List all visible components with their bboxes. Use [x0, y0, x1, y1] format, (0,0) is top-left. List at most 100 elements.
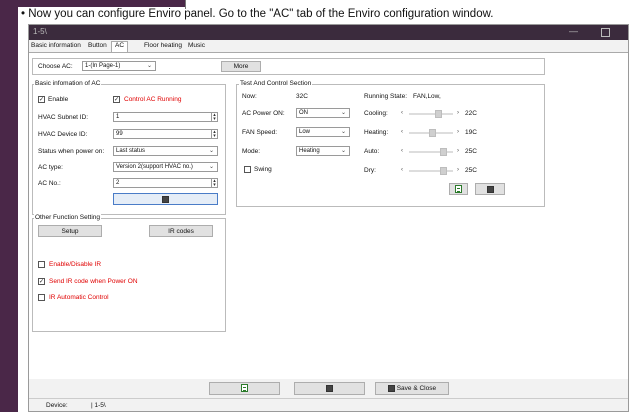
enable-checkbox[interactable]: ✓: [38, 96, 45, 103]
page: • Now you can configure Enviro panel. Go…: [0, 0, 631, 412]
device-id-field[interactable]: 99 ▴ ▾: [113, 129, 218, 139]
basic-info-title: Basic infomation of AC: [34, 80, 102, 87]
mode-value: Heating: [299, 148, 320, 154]
slider-thumb[interactable]: [429, 129, 437, 137]
read-button[interactable]: [449, 183, 468, 195]
save-icon: [162, 195, 169, 203]
slider-thumb[interactable]: [434, 110, 442, 118]
dry-label: Dry:: [364, 167, 376, 174]
test-control-title: Test And Control Section: [239, 80, 313, 87]
now-value: 32C: [296, 93, 308, 100]
heating-label: Heating:: [364, 129, 389, 136]
cooling-value: 22C: [465, 110, 477, 117]
slider-thumb[interactable]: [440, 167, 448, 175]
slider-right-icon[interactable]: ›: [457, 110, 459, 116]
slider-right-icon[interactable]: ›: [457, 148, 459, 154]
auto-slider[interactable]: ‹ ›: [401, 148, 461, 156]
heating-slider[interactable]: ‹ ›: [401, 129, 461, 137]
ac-no-spinner-icon[interactable]: ▴ ▾: [211, 179, 217, 188]
fan-speed-value: Low: [299, 129, 311, 135]
ac-type-label: AC type:: [38, 164, 63, 171]
ac-no-value: 2: [116, 180, 120, 186]
tab-basic-information[interactable]: Basic information: [31, 42, 81, 49]
slider-thumb[interactable]: [440, 148, 448, 156]
device-spinner-icon[interactable]: ▴ ▾: [211, 130, 217, 139]
swing-label: Swing: [254, 166, 272, 173]
slider-left-icon[interactable]: ‹: [401, 148, 403, 154]
tab-floor-heating[interactable]: Floor heating: [144, 42, 182, 49]
save-icon: [326, 384, 333, 392]
running-state-label: Running State:: [364, 93, 408, 100]
tab-ac[interactable]: AC: [111, 41, 129, 52]
choose-ac-label: Choose AC:: [38, 63, 73, 70]
ac-tab-content: Choose AC: 1-(In Page-1) ⌄ More Basic in…: [29, 52, 628, 379]
minimize-icon[interactable]: —: [569, 26, 578, 36]
slider-right-icon[interactable]: ›: [457, 167, 459, 173]
enable-ir-label: Enable/Disable IR: [49, 261, 102, 268]
subnet-id-value: 1: [116, 114, 120, 120]
top-decoration-bar: [18, 0, 186, 7]
ac-type-select[interactable]: Version 2(support HVAC no.) ⌄: [113, 162, 218, 172]
swing-checkbox[interactable]: [244, 166, 251, 173]
power-on-status-value: Last status: [116, 148, 146, 154]
choose-ac-select[interactable]: 1-(In Page-1) ⌄: [82, 61, 156, 71]
window-titlebar: 1-5\ —: [29, 25, 628, 40]
ac-power-value: ON: [299, 110, 308, 116]
more-button[interactable]: More: [221, 61, 261, 72]
cooling-label: Cooling:: [364, 110, 388, 117]
instruction-text: • Now you can configure Enviro panel. Go…: [21, 8, 494, 20]
power-on-status-select[interactable]: Last status ⌄: [113, 146, 218, 156]
fan-speed-select[interactable]: Low ⌄: [296, 127, 350, 137]
slider-left-icon[interactable]: ‹: [401, 110, 403, 116]
slider-right-icon[interactable]: ›: [457, 129, 459, 135]
send-ir-label: Send IR code when Power ON: [49, 278, 138, 285]
power-on-status-label: Status when power on:: [38, 148, 105, 155]
slider-left-icon[interactable]: ‹: [401, 129, 403, 135]
ac-power-label: AC Power ON:: [242, 110, 285, 117]
choose-ac-value: 1-(In Page-1): [85, 63, 121, 69]
mode-select[interactable]: Heating ⌄: [296, 146, 350, 156]
dry-slider[interactable]: ‹ ›: [401, 167, 461, 175]
save-control-button[interactable]: [475, 183, 505, 195]
cooling-slider[interactable]: ‹ ›: [401, 110, 461, 118]
heating-value: 19C: [465, 129, 477, 136]
tab-button[interactable]: Button: [88, 42, 107, 49]
ac-no-field[interactable]: 2 ▴ ▾: [113, 178, 218, 188]
device-status-value: | 1-5\: [91, 402, 106, 409]
save-close-button[interactable]: Save & Close: [375, 382, 449, 395]
ac-power-select[interactable]: ON ⌄: [296, 108, 350, 118]
chevron-down-icon: ⌄: [340, 129, 346, 135]
chevron-down-icon: ⌄: [146, 63, 152, 69]
tab-strip: Basic information Button AC Floor heatin…: [29, 41, 628, 52]
control-running-checkbox[interactable]: ✓: [113, 96, 120, 103]
chevron-down-icon: ⌄: [340, 148, 346, 154]
subnet-spinner-icon[interactable]: ▴ ▾: [211, 113, 217, 122]
desktop-sidebar: [0, 0, 18, 412]
dry-value: 25C: [465, 167, 477, 174]
other-function-title: Other Function Setting: [34, 214, 102, 221]
enable-label: Enable: [48, 96, 69, 103]
ac-no-label: AC No.:: [38, 180, 61, 187]
mode-label: Mode:: [242, 148, 261, 155]
subnet-id-field[interactable]: 1 ▴ ▾: [113, 112, 218, 122]
save-icon: [486, 185, 494, 193]
device-id-value: 99: [116, 131, 123, 137]
maximize-icon[interactable]: [601, 28, 610, 37]
enviro-config-window: 1-5\ — Basic information Button AC Floor…: [28, 24, 629, 412]
save-close-label: Save & Close: [396, 385, 437, 392]
ir-auto-checkbox[interactable]: [38, 294, 45, 301]
running-state-value: FAN,Low,: [413, 93, 441, 100]
ir-codes-button[interactable]: IR codes: [149, 225, 213, 237]
device-label: HVAC Device ID:: [38, 131, 88, 138]
auto-value: 25C: [465, 148, 477, 155]
footer-read-button[interactable]: [209, 382, 280, 395]
slider-left-icon[interactable]: ‹: [401, 167, 403, 173]
footer-save-button[interactable]: [294, 382, 365, 395]
tab-music[interactable]: Music: [188, 42, 205, 49]
enable-ir-checkbox[interactable]: [38, 261, 45, 268]
setup-button[interactable]: Setup: [38, 225, 102, 237]
save-basic-button[interactable]: [113, 193, 218, 205]
send-ir-checkbox[interactable]: ✓: [38, 278, 45, 285]
document-icon: [241, 384, 248, 393]
chevron-down-icon: ⌄: [208, 148, 214, 154]
